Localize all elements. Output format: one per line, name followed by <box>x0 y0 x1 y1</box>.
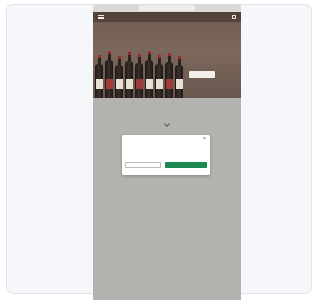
decline-button[interactable] <box>125 162 161 168</box>
hero-banner <box>93 12 241 98</box>
menu-icon[interactable] <box>98 15 104 19</box>
site-header <box>93 12 241 22</box>
chevron-down-icon <box>164 121 170 127</box>
browser-status-bar <box>93 4 241 12</box>
phone-screenshot: × <box>93 4 241 300</box>
wine-bottles-image <box>93 44 193 98</box>
cart-icon[interactable] <box>232 15 236 19</box>
hero-cta-button[interactable] <box>189 71 215 78</box>
close-icon[interactable]: × <box>202 137 207 142</box>
address-bar[interactable] <box>139 5 195 11</box>
cookie-consent-dialog: × <box>122 135 210 175</box>
accept-button[interactable] <box>165 162 207 168</box>
